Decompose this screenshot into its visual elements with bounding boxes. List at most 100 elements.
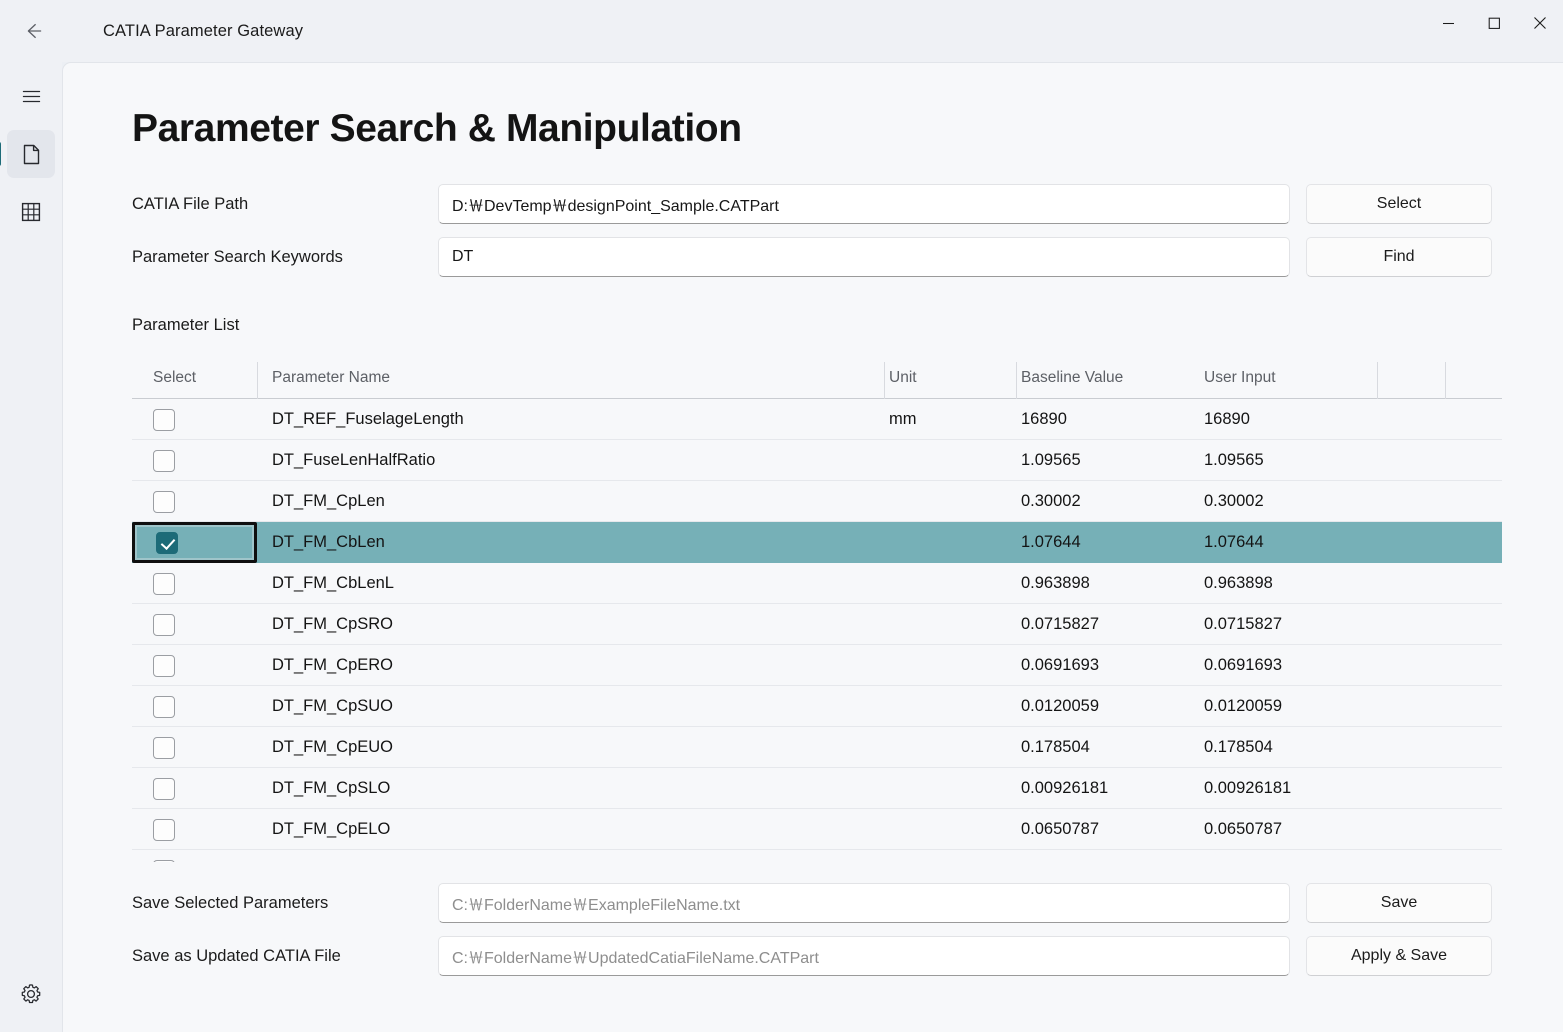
window-controls bbox=[1425, 0, 1563, 46]
cell-user-input: 0.0650787 bbox=[1204, 820, 1282, 838]
cell-user-input: 0.178504 bbox=[1204, 738, 1273, 756]
content-surface: Parameter Search & Manipulation CATIA Fi… bbox=[62, 62, 1563, 1032]
column-divider bbox=[1445, 362, 1446, 399]
cell-parameter-name: DT_FM_CpSLO bbox=[272, 779, 391, 797]
row-select-checkbox[interactable] bbox=[153, 818, 175, 841]
row-select-cell[interactable] bbox=[132, 481, 257, 522]
column-divider bbox=[257, 362, 258, 399]
save-button[interactable]: Save bbox=[1306, 883, 1492, 923]
cell-parameter-name: DT_FM_CpLen bbox=[272, 492, 385, 510]
cell-parameter-name: DT_FM_CpELO bbox=[272, 820, 391, 838]
row-select-checkbox[interactable] bbox=[156, 531, 178, 554]
table-row[interactable]: DT_FM_CpSLO 0.00926181 0.00926181 bbox=[132, 768, 1502, 809]
table-row[interactable]: DT_FM_CpSRO 0.0715827 0.0715827 bbox=[132, 604, 1502, 645]
cell-baseline-value: 0.178504 bbox=[1021, 738, 1090, 756]
cell-baseline-value: 16890 bbox=[1021, 410, 1067, 428]
apply-save-button[interactable]: Apply & Save bbox=[1306, 936, 1492, 976]
row-select-checkbox[interactable] bbox=[153, 777, 175, 800]
save-updated-input[interactable]: C:￦FolderName￦UpdatedCatiaFileName.CATPa… bbox=[438, 936, 1290, 976]
search-keywords-input[interactable]: DT bbox=[438, 237, 1290, 277]
sidebar-item-table[interactable] bbox=[7, 188, 55, 236]
row-select-cell[interactable] bbox=[132, 686, 257, 727]
row-select-cell[interactable] bbox=[132, 604, 257, 645]
back-button[interactable] bbox=[10, 13, 56, 49]
table-row[interactable]: DT_FM_CpSUO 0.0120059 0.0120059 bbox=[132, 686, 1502, 727]
row-select-cell[interactable] bbox=[132, 809, 257, 850]
close-icon bbox=[1533, 16, 1547, 30]
row-select-cell[interactable] bbox=[132, 399, 257, 440]
hamburger-menu-icon bbox=[21, 86, 42, 107]
row-select-checkbox[interactable] bbox=[153, 859, 175, 862]
row-select-cell[interactable] bbox=[132, 727, 257, 768]
minimize-icon bbox=[1442, 17, 1455, 30]
cell-user-input: 0.0120059 bbox=[1204, 697, 1282, 715]
save-selected-row: Save Selected Parameters C:￦FolderName￦E… bbox=[132, 883, 1495, 923]
table-row[interactable]: DT_FM_CpERO 0.0691693 0.0691693 bbox=[132, 645, 1502, 686]
cell-parameter-name: DT_FM_CbLen bbox=[272, 533, 385, 551]
cell-parameter-name: DT_FuseLenHalfRatio bbox=[272, 451, 436, 469]
column-divider bbox=[884, 362, 885, 399]
row-select-checkbox[interactable] bbox=[153, 408, 175, 431]
cell-user-input: 0.963898 bbox=[1204, 574, 1273, 592]
close-button[interactable] bbox=[1517, 0, 1563, 46]
row-select-checkbox[interactable] bbox=[153, 613, 175, 636]
cell-user-input: 16890 bbox=[1204, 410, 1250, 428]
table-row[interactable]: DT_FuseLenHalfRatio 1.09565 1.09565 bbox=[132, 440, 1502, 481]
gear-icon bbox=[20, 983, 42, 1005]
column-header-unit[interactable]: Unit bbox=[889, 356, 917, 399]
table-row[interactable]: DT_FM_CbLen 1.07644 1.07644 bbox=[132, 522, 1502, 563]
cell-baseline-value: 0.0691693 bbox=[1021, 656, 1099, 674]
cell-parameter-name: DT_FM_CbLenL bbox=[272, 574, 394, 592]
column-divider bbox=[1377, 362, 1378, 399]
column-header-parameter-name[interactable]: Parameter Name bbox=[272, 356, 390, 399]
column-header-select[interactable]: Select bbox=[153, 356, 196, 399]
parameter-list-caption: Parameter List bbox=[132, 316, 240, 334]
row-select-cell[interactable] bbox=[132, 440, 257, 481]
cell-user-input: 0.0715827 bbox=[1204, 615, 1282, 633]
row-select-cell[interactable] bbox=[132, 522, 257, 563]
row-select-checkbox[interactable] bbox=[153, 572, 175, 595]
row-select-checkbox[interactable] bbox=[153, 695, 175, 718]
app-title: CATIA Parameter Gateway bbox=[103, 21, 304, 40]
back-arrow-icon bbox=[22, 20, 44, 42]
cell-parameter-name: DT_REF_FuselageLength bbox=[272, 410, 464, 428]
cell-parameter-name: DT_FM_CpSUO bbox=[272, 697, 394, 715]
table-row[interactable]: DT_REF_FuselageLength mm 16890 16890 bbox=[132, 399, 1502, 440]
table-row[interactable]: DT_FM_CbLenL 0.963898 0.963898 bbox=[132, 563, 1502, 604]
row-select-cell[interactable] bbox=[132, 563, 257, 604]
cell-user-input: 0.00926181 bbox=[1204, 779, 1292, 797]
cell-baseline-value: 0.30002 bbox=[1021, 492, 1081, 510]
grid-table-icon bbox=[20, 201, 42, 223]
row-select-cell[interactable] bbox=[132, 768, 257, 809]
table-row[interactable]: DT_FM_CpEUO 0.178504 0.178504 bbox=[132, 727, 1502, 768]
row-select-checkbox[interactable] bbox=[153, 449, 175, 472]
cell-baseline-value: 0.00926181 bbox=[1021, 779, 1109, 797]
sidebar-item-document[interactable] bbox=[0, 130, 55, 178]
cell-baseline-value: 0.963898 bbox=[1021, 574, 1090, 592]
sidebar-item-menu[interactable] bbox=[7, 72, 55, 120]
select-file-button[interactable]: Select bbox=[1306, 184, 1492, 224]
file-path-row: CATIA File Path D:￦DevTemp￦designPoint_S… bbox=[132, 184, 1495, 224]
row-select-cell[interactable] bbox=[132, 850, 257, 862]
minimize-button[interactable] bbox=[1425, 0, 1471, 46]
row-select-cell[interactable] bbox=[132, 645, 257, 686]
maximize-button[interactable] bbox=[1471, 0, 1517, 46]
save-selected-label: Save Selected Parameters bbox=[132, 893, 329, 912]
file-path-input[interactable]: D:￦DevTemp￦designPoint_Sample.CATPart bbox=[438, 184, 1290, 224]
cell-baseline-value: 1.07644 bbox=[1021, 533, 1081, 551]
row-select-checkbox[interactable] bbox=[153, 490, 175, 513]
cell-baseline-value: 1.09565 bbox=[1021, 451, 1081, 469]
sidebar-item-settings[interactable] bbox=[7, 970, 55, 1018]
table-row[interactable]: DT_FM_CpLen 0.30002 0.30002 bbox=[132, 481, 1502, 522]
save-selected-input[interactable]: C:￦FolderName￦ExampleFileName.txt bbox=[438, 883, 1290, 923]
table-row-partial[interactable] bbox=[132, 850, 1502, 862]
row-select-checkbox[interactable] bbox=[153, 654, 175, 677]
row-select-checkbox[interactable] bbox=[153, 736, 175, 759]
table-row[interactable]: DT_FM_CpELO 0.0650787 0.0650787 bbox=[132, 809, 1502, 850]
column-header-baseline-value[interactable]: Baseline Value bbox=[1021, 356, 1123, 399]
file-path-label: CATIA File Path bbox=[132, 194, 249, 213]
title-bar: CATIA Parameter Gateway bbox=[0, 0, 1563, 62]
column-header-user-input[interactable]: User Input bbox=[1204, 356, 1276, 399]
find-button[interactable]: Find bbox=[1306, 237, 1492, 277]
cell-baseline-value: 0.0650787 bbox=[1021, 820, 1099, 838]
